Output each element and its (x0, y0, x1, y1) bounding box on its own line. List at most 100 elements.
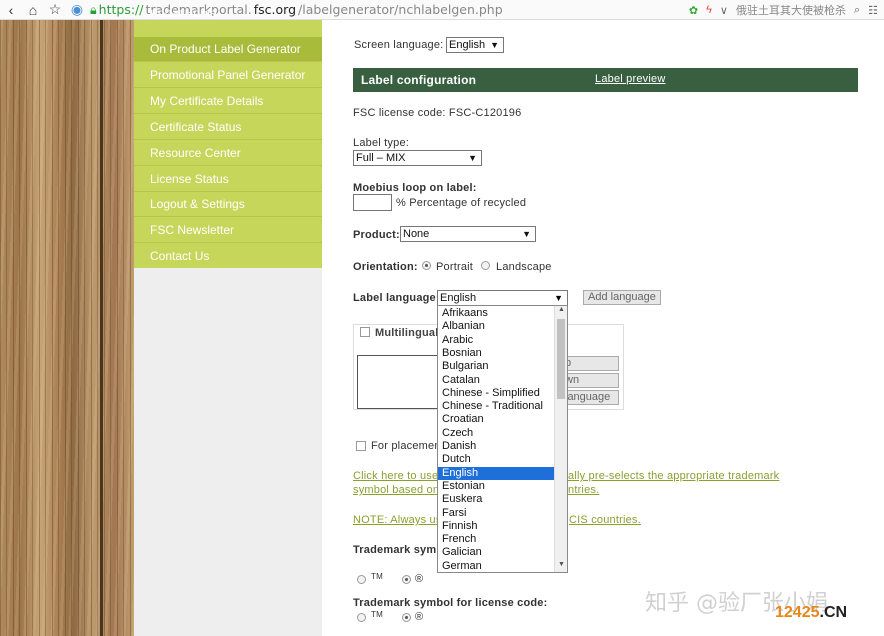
reg-label: ® (415, 573, 424, 585)
multilingual-label: Multilingual l (375, 327, 446, 339)
dropdown-option[interactable]: Dutch (438, 453, 554, 466)
dropdown-option[interactable]: Galician (438, 546, 554, 559)
click-here-link-1a[interactable]: Click here to use (353, 470, 438, 482)
lightning-icon[interactable]: ϟ (706, 4, 712, 16)
dropdown-option[interactable]: Arabic (438, 334, 554, 347)
language-list[interactable] (357, 355, 439, 409)
dropdown-option[interactable]: Bulgarian (438, 360, 554, 373)
trademark-symbol-label: Trademark symb (353, 544, 444, 556)
sidebar-item-portal-home[interactable]: Portal Home (134, 10, 322, 24)
sidebar-item-contact[interactable]: Contact Us (134, 244, 322, 269)
chevron-down-icon[interactable]: ∨ (720, 4, 728, 17)
dropdown-option[interactable]: Euskera (438, 493, 554, 506)
label-type-label: Label type: (353, 137, 410, 149)
label-language-label: Label language: (353, 292, 440, 304)
watermark-site-tld: .CN (819, 604, 848, 621)
license-code: FSC license code: FSC-C120196 (353, 107, 522, 119)
placement-label: For placemen (371, 440, 441, 452)
chevron-down-icon: ▼ (554, 293, 563, 303)
dropdown-option[interactable]: German (438, 560, 554, 572)
star-icon[interactable]: ☆ (44, 1, 66, 18)
click-here-link-1b[interactable]: ally pre-selects the appropriate tradema… (568, 470, 779, 482)
dropdown-option[interactable]: Afrikaans (438, 307, 554, 320)
sidebar-item-newsletter[interactable]: FSC Newsletter (134, 218, 322, 243)
dropdown-option[interactable]: Chinese - Simplified (438, 387, 554, 400)
screen-language-label: Screen language: (354, 39, 444, 51)
dropdown-option[interactable]: Chinese - Traditional (438, 400, 554, 413)
label-type-select[interactable]: Full – MIX ▼ (353, 150, 482, 166)
dropdown-option[interactable]: Czech (438, 427, 554, 440)
tm-license-radio[interactable] (357, 613, 366, 622)
sidebar-item-promotional-panel[interactable]: Promotional Panel Generator (134, 63, 322, 88)
reg-license-radio[interactable] (402, 613, 411, 622)
screen-language-value: English (449, 39, 486, 51)
note-link-b[interactable]: CIS countries. (569, 514, 641, 526)
chevron-down-icon: ▼ (490, 40, 499, 50)
scroll-up-icon[interactable]: ▲ (555, 306, 567, 317)
scroll-down-icon[interactable]: ▼ (555, 561, 567, 572)
landscape-radio[interactable] (481, 261, 490, 270)
dropdown-option[interactable]: Catalan (438, 374, 554, 387)
browser-toolbar: ‹ ⌂ ☆ ◉ 🔒︎ https://trademarkportal. fsc.o… (0, 0, 884, 20)
product-select[interactable]: None ▼ (400, 226, 536, 242)
click-here-link-2b[interactable]: ntries. (568, 484, 599, 496)
tm-label: TM (371, 572, 383, 581)
dropdown-option[interactable]: Danish (438, 440, 554, 453)
move-up-button[interactable]: p (560, 356, 619, 371)
config-header: Label configuration Label preview (353, 68, 858, 92)
sidebar-item-logout-settings[interactable]: Logout & Settings (134, 192, 322, 217)
multilingual-checkbox[interactable] (360, 327, 370, 337)
screen-language-select[interactable]: English ▼ (446, 37, 504, 53)
sidebar-item-resource-center[interactable]: Resource Center (134, 141, 322, 166)
dropdown-option[interactable]: Finnish (438, 520, 554, 533)
dropdown-option[interactable]: Farsi (438, 507, 554, 520)
label-preview-link[interactable]: Label preview (595, 73, 665, 85)
dropdown-option[interactable]: Croatian (438, 413, 554, 426)
chevron-down-icon: ▼ (522, 229, 531, 239)
back-icon[interactable]: ‹ (0, 2, 22, 18)
watermark-site: 12425.CN (775, 604, 847, 622)
note-link-a[interactable]: NOTE: Always us (353, 514, 442, 526)
orientation-label: Orientation: (353, 261, 418, 273)
sidebar-item-certificate-details[interactable]: My Certificate Details (134, 89, 322, 114)
click-here-link-2a[interactable]: symbol based on (353, 484, 439, 496)
landscape-label: Landscape (496, 261, 552, 273)
dropdown-option[interactable]: Albanian (438, 320, 554, 333)
tm-radio[interactable] (357, 575, 366, 584)
dropdown-option[interactable]: French (438, 533, 554, 546)
sidebar-item-license-status[interactable]: License Status (134, 167, 322, 192)
reg-radio[interactable] (402, 575, 411, 584)
portrait-radio[interactable] (422, 261, 431, 270)
reg-license-label: ® (415, 611, 424, 623)
search-icon[interactable]: ⌕ (854, 4, 860, 17)
moebius-label: Moebius loop on label: (353, 182, 477, 194)
trademark-license-label: Trademark symbol for license code: (353, 597, 548, 609)
portrait-label: Portrait (436, 261, 474, 273)
dropdown-scrollbar[interactable]: ▲ ▼ (554, 306, 567, 572)
dropdown-option[interactable]: English (438, 466, 554, 480)
menu-icon[interactable]: ☷ (868, 4, 878, 17)
moebius-percentage-input[interactable] (353, 194, 392, 211)
label-language-select[interactable]: English ▼ (437, 290, 568, 306)
dropdown-option[interactable]: Bosnian (438, 347, 554, 360)
label-language-value: English (440, 292, 477, 304)
search-suggestion[interactable]: 俄驻土耳其大使被枪杀 (736, 2, 846, 18)
scrollbar-thumb[interactable] (557, 319, 565, 399)
remove-language-button[interactable]: language (560, 390, 619, 405)
wood-background (0, 20, 134, 636)
site-security-icon: ◉ (70, 1, 84, 17)
product-label: Product: (353, 229, 400, 241)
move-down-button[interactable]: wn (560, 373, 619, 388)
sidebar-item-certificate-status[interactable]: Certificate Status (134, 115, 322, 140)
url-path: /labelgenerator/nchlabelgen.php (298, 2, 503, 17)
add-language-button[interactable]: Add language (583, 290, 661, 305)
home-icon[interactable]: ⌂ (22, 2, 44, 18)
language-dropdown-list[interactable]: ▲ ▼ Afrikaans Albanian Arabic Bosnian Bulgar… (437, 305, 568, 573)
chevron-down-icon: ▼ (468, 153, 477, 163)
extension-icon[interactable]: ✿ (689, 4, 698, 17)
config-title: Label configuration (361, 73, 477, 87)
percentage-label: % Percentage of recycled (396, 197, 527, 209)
sidebar-item-label-generator[interactable]: On Product Label Generator (134, 37, 322, 62)
placement-checkbox[interactable] (356, 441, 366, 451)
dropdown-option[interactable]: Estonian (438, 480, 554, 493)
